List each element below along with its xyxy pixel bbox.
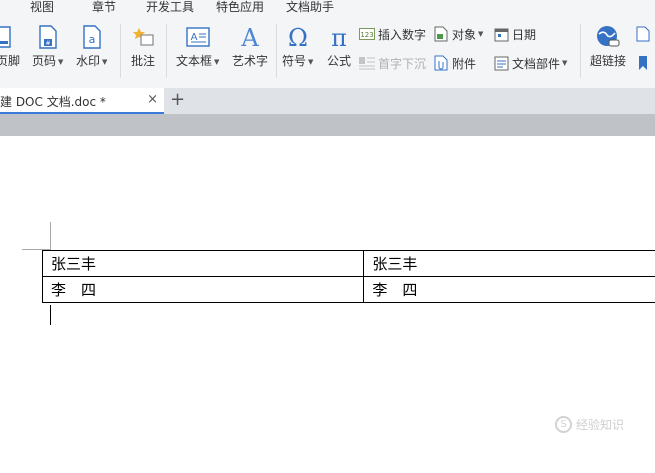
- menu-tab-special[interactable]: 特色应用: [216, 0, 264, 15]
- chevron-down-icon: ▼: [58, 57, 64, 66]
- menu-tab-bar: 视图 章节 开发工具 特色应用 文档助手: [0, 0, 655, 16]
- margin-corner-mark: [50, 222, 51, 250]
- ribbon-divider: [276, 24, 277, 78]
- watermark-label: 水印: [76, 54, 101, 68]
- svg-text:a: a: [88, 33, 95, 46]
- attachment-label: 附件: [452, 56, 477, 71]
- watermark-button[interactable]: a 水印 ▼: [76, 22, 107, 69]
- page-number-icon: #: [37, 22, 59, 52]
- text-box-icon: A: [185, 22, 211, 52]
- svg-text:Ω: Ω: [288, 24, 308, 50]
- table-cell[interactable]: 张三丰: [41, 250, 365, 277]
- drop-cap-icon: [359, 55, 375, 71]
- pi-icon: π: [326, 22, 352, 52]
- drop-cap-button[interactable]: 首字下沉: [359, 55, 426, 71]
- svg-text:A: A: [240, 24, 259, 50]
- menu-tab-developer[interactable]: 开发工具: [146, 0, 194, 15]
- close-icon[interactable]: ×: [147, 92, 158, 107]
- attachment-button[interactable]: 附件: [433, 55, 476, 71]
- menu-tab-doc-assistant[interactable]: 文档助手: [286, 0, 334, 15]
- menu-tab-view[interactable]: 视图: [30, 0, 54, 15]
- insert-number-label: 插入数字: [378, 27, 427, 42]
- document-tab-bar: 建 DOC 文档.doc * × +: [0, 88, 655, 114]
- text-cursor: [50, 305, 51, 325]
- watermark-text: 经验知识: [576, 418, 625, 432]
- word-art-label: 艺术字: [232, 54, 269, 68]
- cross-reference-icon: [635, 26, 651, 42]
- date-button[interactable]: 日期: [493, 26, 536, 42]
- doc-parts-label: 文档部件: [512, 56, 561, 71]
- site-watermark: S 经验知识: [555, 416, 624, 433]
- object-button[interactable]: 对象 ▼: [433, 26, 483, 42]
- svg-text:π: π: [331, 24, 347, 50]
- globe-link-icon: [595, 22, 621, 52]
- chevron-down-icon: ▼: [562, 59, 568, 67]
- footer-label: 页脚: [0, 54, 21, 68]
- footer-icon: [0, 22, 18, 52]
- symbol-label: 符号: [282, 54, 307, 68]
- object-label: 对象: [452, 27, 477, 42]
- ribbon-divider: [580, 24, 581, 78]
- bookmark-button[interactable]: [635, 55, 654, 71]
- table-cell[interactable]: 张三丰: [363, 250, 655, 277]
- doc-parts-button[interactable]: 文档部件 ▼: [493, 55, 567, 71]
- hyperlink-button[interactable]: 超链接: [590, 22, 626, 68]
- svg-text:A: A: [190, 32, 197, 43]
- calendar-icon: [493, 26, 509, 42]
- insert-number-button[interactable]: 123 插入数字: [359, 26, 426, 42]
- doc-parts-icon: [493, 55, 509, 71]
- word-art-icon: A: [238, 22, 262, 52]
- comment-label: 批注: [130, 54, 155, 68]
- omega-icon: Ω: [285, 22, 311, 52]
- chevron-down-icon: ▼: [478, 30, 484, 38]
- document-tab[interactable]: 建 DOC 文档.doc * ×: [0, 88, 164, 114]
- document-table: 张三丰 张三丰 李 四 李 四: [41, 250, 655, 303]
- table-cell[interactable]: 李 四: [363, 276, 655, 303]
- cross-reference-button[interactable]: [635, 26, 654, 42]
- new-tab-button[interactable]: +: [170, 89, 185, 111]
- comment-button[interactable]: 批注: [130, 22, 156, 68]
- chevron-down-icon: ▼: [102, 57, 108, 66]
- formula-button[interactable]: π 公式: [326, 22, 352, 68]
- text-box-label: 文本框: [176, 54, 213, 68]
- menu-tab-section[interactable]: 章节: [92, 0, 116, 15]
- page-top-margin: [0, 114, 655, 136]
- chevron-down-icon: ▼: [214, 57, 220, 66]
- watermark-icon: a: [81, 22, 103, 52]
- page-number-button[interactable]: # 页码 ▼: [32, 22, 63, 69]
- ribbon-divider: [166, 24, 167, 78]
- symbol-button[interactable]: Ω 符号 ▼: [282, 22, 313, 69]
- table-row: 张三丰 张三丰: [41, 250, 655, 277]
- text-box-button[interactable]: A 文本框 ▼: [176, 22, 219, 69]
- svg-text:#: #: [45, 40, 50, 47]
- insert-ribbon: 页脚 # 页码 ▼ a 水印 ▼ 批注 A 文本框 ▼ A 艺术字 Ω 符号 ▼…: [0, 16, 655, 88]
- bookmark-icon: [635, 55, 651, 71]
- hyperlink-label: 超链接: [590, 54, 627, 68]
- attachment-icon: [433, 55, 449, 71]
- chevron-down-icon: ▼: [308, 57, 314, 66]
- object-icon: [433, 26, 449, 42]
- word-art-button[interactable]: A 艺术字: [232, 22, 268, 68]
- watermark-logo-icon: S: [555, 416, 572, 433]
- document-tab-title: 建 DOC 文档.doc *: [0, 95, 106, 109]
- date-label: 日期: [512, 27, 537, 42]
- table-cell[interactable]: 李 四: [41, 276, 365, 303]
- formula-label: 公式: [326, 54, 351, 68]
- number-icon: 123: [359, 26, 375, 42]
- ribbon-divider: [120, 24, 121, 78]
- comment-icon: [130, 22, 156, 52]
- footer-button[interactable]: 页脚: [0, 22, 20, 68]
- table-row: 李 四 李 四: [41, 276, 655, 303]
- drop-cap-label: 首字下沉: [378, 56, 427, 71]
- svg-text:123: 123: [360, 31, 373, 39]
- page-number-label: 页码: [32, 54, 57, 68]
